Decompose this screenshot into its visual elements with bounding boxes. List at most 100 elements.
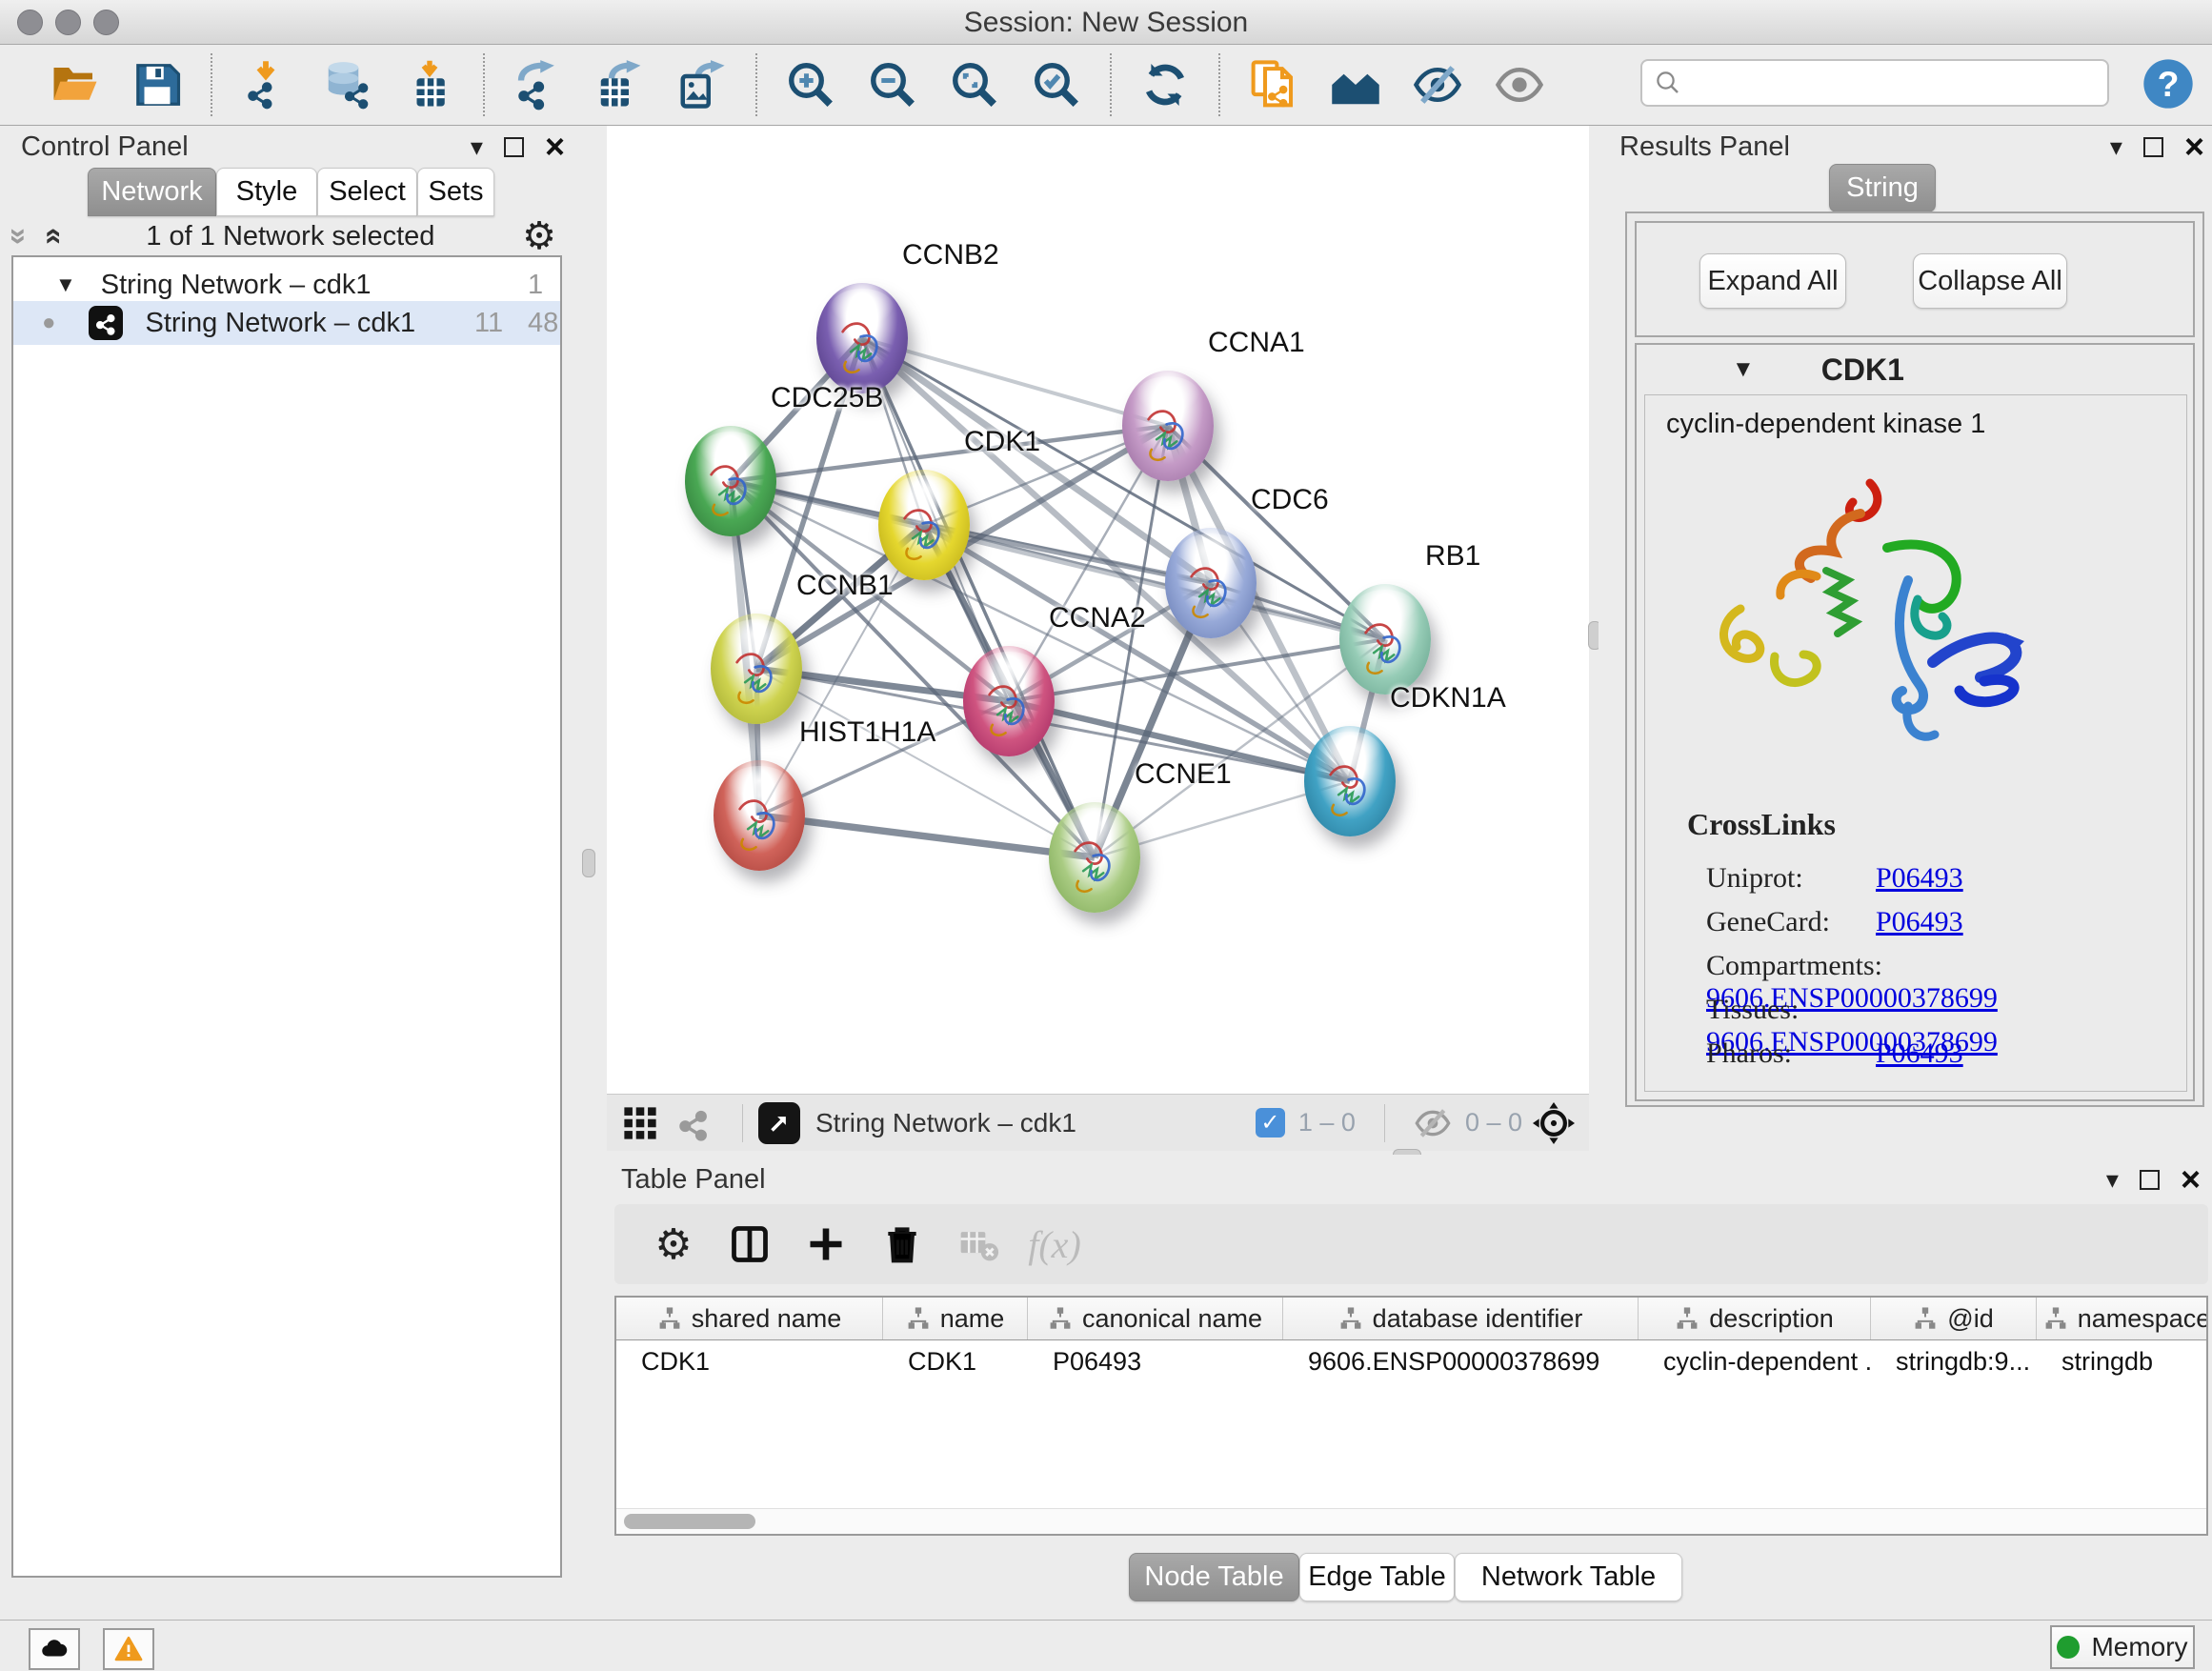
gene-collapse-icon[interactable]: ▼ (1732, 356, 1755, 383)
birdseye-grid-icon[interactable] (620, 1103, 660, 1143)
gene-section-header[interactable]: ▼ CDK1 (1637, 345, 2193, 394)
zoom-fit-button[interactable] (948, 58, 1001, 111)
selected-checkbox[interactable]: ✓ (1256, 1108, 1285, 1137)
collapse-panel-icon[interactable]: ▾ (2106, 1167, 2119, 1192)
cell: cyclin-dependent ... (1639, 1340, 1871, 1382)
collapse-panel-icon[interactable]: ▾ (2110, 134, 2122, 159)
hide-selected-button[interactable] (1411, 58, 1464, 111)
column-header-shared-name[interactable]: shared name (616, 1298, 883, 1339)
zoom-in-button[interactable] (784, 58, 837, 111)
show-all-button[interactable] (1493, 58, 1546, 111)
column-header--id[interactable]: @id (1871, 1298, 2037, 1339)
collapse-all-button[interactable]: Collapse All (1913, 253, 2067, 309)
memory-button[interactable]: Memory (2050, 1625, 2195, 1669)
horizontal-scrollbar[interactable] (616, 1508, 2206, 1534)
clone-network-button[interactable] (1247, 58, 1300, 111)
node-cdc25b[interactable] (685, 426, 776, 536)
close-panel-icon[interactable]: × (2181, 1166, 2201, 1194)
control-panel-title: Control Panel (21, 131, 189, 163)
table-row[interactable]: CDK1CDK1P064939606.ENSP00000378699cyclin… (616, 1340, 2206, 1382)
table-settings-gear-icon[interactable]: ⚙ (649, 1219, 698, 1269)
gene-symbol: CDK1 (1821, 352, 1904, 388)
gene-details: cyclin-dependent kinase 1 (1644, 394, 2187, 1092)
warning-icon (114, 1635, 143, 1663)
import-network-file-button[interactable] (239, 58, 292, 111)
node-ccne1[interactable] (1049, 802, 1140, 913)
open-in-string-icon[interactable] (758, 1102, 800, 1144)
view-toolbar-separator (742, 1104, 743, 1142)
crosslink-row: GeneCard:P06493 (1706, 906, 2163, 950)
network-tree: ▼ String Network – cdk1 1 ● String Netwo… (11, 255, 562, 1578)
column-header-database-identifier[interactable]: database identifier (1283, 1298, 1639, 1339)
export-table-button[interactable] (593, 58, 647, 111)
network-view-canvas[interactable]: CCNB2CCNA1CDC25BCDK1CDC6RB1CCNB1CCNA2CDK… (607, 126, 1589, 1094)
collapse-all-networks-icon[interactable]: » (5, 228, 35, 245)
close-panel-icon[interactable]: × (545, 133, 565, 161)
scrollbar-thumb[interactable] (624, 1514, 755, 1529)
crosslink-link[interactable]: P06493 (1876, 906, 1963, 937)
tab-network[interactable]: Network (88, 168, 216, 216)
export-network-button[interactable] (512, 58, 565, 111)
apply-layout-button[interactable] (1138, 58, 1192, 111)
float-panel-icon[interactable] (2143, 137, 2163, 157)
tab-style[interactable]: Style (216, 168, 317, 216)
crosslink-link[interactable]: P06493 (1876, 862, 1963, 894)
crosslink-link[interactable]: P06493 (1876, 1037, 1963, 1069)
view-toolbar-separator (1384, 1104, 1385, 1142)
cloud-status-button[interactable] (29, 1628, 80, 1670)
export-image-button[interactable] (675, 58, 729, 111)
node-ccnb1[interactable] (711, 614, 802, 724)
close-panel-icon[interactable]: × (2184, 133, 2204, 161)
tab-select[interactable]: Select (317, 168, 417, 216)
tab-string[interactable]: String (1829, 164, 1936, 212)
add-column-icon[interactable] (801, 1219, 851, 1269)
column-header-description[interactable]: description (1639, 1298, 1871, 1339)
import-network-database-button[interactable] (321, 58, 374, 111)
warnings-button[interactable] (103, 1628, 154, 1670)
node-ccna2[interactable] (963, 646, 1055, 756)
tab-sets[interactable]: Sets (417, 168, 494, 216)
zoom-selected-button[interactable] (1030, 58, 1083, 111)
node-cdkn1a[interactable] (1304, 726, 1396, 836)
column-header-namespace[interactable]: namespace (2037, 1298, 2208, 1339)
search-input[interactable] (1692, 67, 2096, 99)
toolbar-separator (483, 53, 485, 116)
tab-node-table[interactable]: Node Table (1129, 1553, 1299, 1601)
network-options-gear-icon[interactable]: ⚙ (522, 214, 556, 258)
tab-edge-table[interactable]: Edge Table (1299, 1553, 1455, 1601)
node-cdk1[interactable] (878, 470, 970, 580)
save-session-button[interactable] (131, 58, 184, 111)
first-neighbors-button[interactable] (1329, 58, 1382, 111)
node-cdc6[interactable] (1165, 528, 1257, 638)
expand-all-networks-icon[interactable]: » (35, 228, 66, 245)
left-splitter-handle[interactable] (582, 849, 595, 877)
node-rb1[interactable] (1339, 584, 1431, 695)
node-label-rb1: RB1 (1425, 540, 1480, 573)
column-header-canonical-name[interactable]: canonical name (1028, 1298, 1283, 1339)
collection-expand-icon[interactable]: ▼ (55, 272, 76, 297)
cloud-icon (40, 1635, 69, 1663)
open-session-button[interactable] (49, 58, 102, 111)
expand-all-button[interactable]: Expand All (1699, 253, 1846, 309)
node-ccna1[interactable] (1122, 371, 1214, 481)
node-hist1h1a[interactable] (714, 760, 805, 871)
fit-content-crosshair-icon[interactable] (1532, 1101, 1576, 1145)
network-selection-status: 1 of 1 Network selected (59, 221, 523, 252)
float-panel-icon[interactable] (504, 137, 524, 157)
tab-network-table[interactable]: Network Table (1455, 1553, 1682, 1601)
network-view-toolbar: String Network – cdk1 ✓ 1 – 0 0 – 0 (607, 1094, 1589, 1151)
string-network-gray-icon[interactable] (674, 1103, 714, 1143)
zoom-out-button[interactable] (866, 58, 919, 111)
import-table-button[interactable] (403, 58, 456, 111)
help-button[interactable]: ? (2142, 57, 2195, 111)
node-ccnb2[interactable] (816, 283, 908, 393)
node-label-ccna2: CCNA2 (1049, 602, 1146, 634)
network-row[interactable]: ● String Network – cdk1 11 48 (13, 301, 560, 345)
float-panel-icon[interactable] (2140, 1170, 2160, 1190)
delete-column-trash-icon[interactable] (877, 1219, 927, 1269)
column-label: namespace (2078, 1304, 2208, 1334)
show-columns-icon[interactable] (725, 1219, 774, 1269)
collapse-panel-icon[interactable]: ▾ (471, 134, 483, 159)
title-bar: Session: New Session (0, 0, 2212, 45)
column-header-name[interactable]: name (883, 1298, 1028, 1339)
